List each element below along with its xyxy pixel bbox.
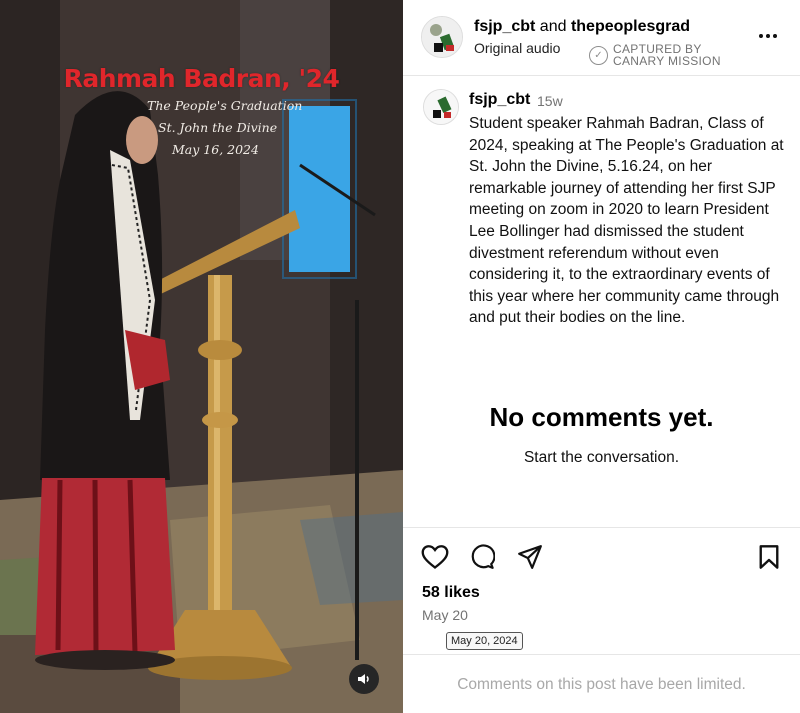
post-panel: fsjp_cbt and thepeoplesgrad Original aud… [403,0,800,713]
avatar-logo-icon [424,90,458,124]
coauthor-username[interactable]: thepeoplesgrad [571,18,690,35]
video-overlay-event: The People's Graduation [147,98,303,113]
more-options-icon [759,34,763,38]
post-authors: fsjp_cbt and thepeoplesgrad [474,18,690,36]
no-comments-subtitle: Start the conversation. [523,449,680,466]
author-username[interactable]: fsjp_cbt [474,18,535,35]
avatar-logo-icon [422,17,462,57]
captured-line2: CANARY MISSION [613,54,721,68]
more-options-button[interactable] [757,26,779,46]
canary-logo-icon: ✓ [589,45,608,65]
no-comments-title: No comments yet. [489,402,714,432]
heart-icon [421,545,449,569]
divider [403,527,800,528]
video-overlay-venue: St. John the Divine [158,120,278,135]
divider [403,654,800,655]
post-date[interactable]: May 20 [422,607,468,623]
caption-timestamp[interactable]: 15w [537,93,563,109]
speaker-icon [358,674,369,684]
share-button[interactable] [515,542,545,572]
likes-count[interactable]: 58 likes [422,584,480,602]
audio-label[interactable]: Original audio [474,40,560,56]
audio-toggle-button[interactable] [349,664,379,694]
captured-watermark: ✓ CAPTURED BY CANARY MISSION [589,43,721,67]
caption-text: Student speaker Rahmah Badran, Class of … [469,115,784,327]
date-tooltip: May 20, 2024 [446,632,523,650]
share-icon [518,545,542,569]
like-button[interactable] [420,542,450,572]
avatar[interactable] [421,16,463,58]
bookmark-icon [759,545,779,569]
comment-icon [471,544,495,569]
post-media[interactable]: Rahmah Badran, '24 The People's Graduati… [0,0,403,713]
avatar[interactable] [423,89,459,125]
save-button[interactable] [754,542,784,572]
comments-limited-notice: Comments on this post have been limited. [457,676,746,693]
caption-username[interactable]: fsjp_cbt [469,91,530,109]
video-overlay-date: May 16, 2024 [172,142,259,157]
video-overlay-title: Rahmah Badran, '24 [63,64,340,93]
author-joiner: and [535,18,571,35]
post-header: fsjp_cbt and thepeoplesgrad Original aud… [403,0,800,76]
comment-button[interactable] [467,542,497,572]
